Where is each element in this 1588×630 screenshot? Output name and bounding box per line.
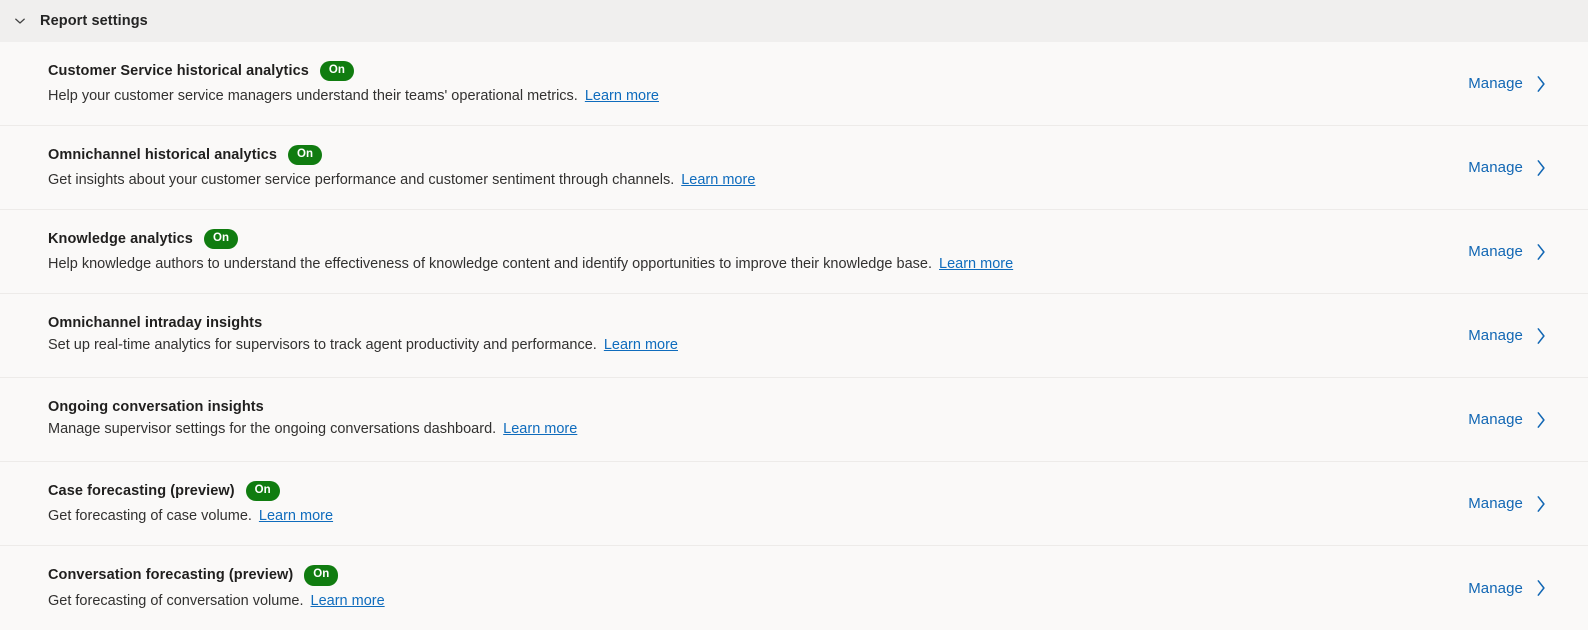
setting-row[interactable]: Conversation forecasting (preview) On Ge… bbox=[0, 546, 1588, 630]
chevron-right-icon bbox=[1535, 327, 1548, 345]
setting-description: Set up real-time analytics for superviso… bbox=[48, 337, 597, 354]
setting-description: Help your customer service managers unde… bbox=[48, 88, 578, 105]
chevron-right-icon bbox=[1535, 495, 1548, 513]
setting-row[interactable]: Case forecasting (preview) On Get foreca… bbox=[0, 462, 1588, 546]
chevron-right-icon bbox=[1535, 75, 1548, 93]
learn-more-link[interactable]: Learn more bbox=[503, 421, 577, 437]
manage-button[interactable]: Manage bbox=[1468, 243, 1548, 261]
learn-more-link[interactable]: Learn more bbox=[259, 508, 333, 524]
setting-description: Help knowledge authors to understand the… bbox=[48, 256, 932, 273]
setting-row-desc-line: Help your customer service managers unde… bbox=[48, 86, 659, 106]
setting-row-title-line: Ongoing conversation insights bbox=[48, 400, 577, 415]
setting-description: Get forecasting of conversation volume. bbox=[48, 592, 304, 609]
chevron-right-icon bbox=[1535, 411, 1548, 429]
setting-title: Omnichannel historical analytics bbox=[48, 146, 277, 163]
setting-row-title-line: Conversation forecasting (preview) On bbox=[48, 565, 385, 586]
chevron-down-icon[interactable] bbox=[6, 7, 34, 35]
status-badge: On bbox=[304, 565, 339, 586]
setting-title: Knowledge analytics bbox=[48, 230, 193, 247]
setting-row[interactable]: Ongoing conversation insights Manage sup… bbox=[0, 378, 1588, 462]
setting-row[interactable]: Omnichannel intraday insights Set up rea… bbox=[0, 294, 1588, 378]
setting-title: Omnichannel intraday insights bbox=[48, 314, 263, 331]
report-settings-page: Report settings Customer Service histori… bbox=[0, 0, 1588, 630]
status-badge: On bbox=[245, 480, 280, 502]
manage-button[interactable]: Manage bbox=[1468, 75, 1548, 93]
setting-row-desc-line: Manage supervisor settings for the ongoi… bbox=[48, 419, 577, 439]
setting-row-text: Ongoing conversation insights Manage sup… bbox=[48, 400, 577, 440]
manage-label: Manage bbox=[1468, 495, 1523, 512]
setting-description: Manage supervisor settings for the ongoi… bbox=[48, 421, 497, 438]
setting-description: Get insights about your customer service… bbox=[48, 172, 675, 189]
section-title: Report settings bbox=[40, 13, 148, 29]
setting-row-text: Knowledge analytics On Help knowledge au… bbox=[48, 228, 1013, 275]
setting-description: Get forecasting of case volume. bbox=[48, 508, 252, 525]
chevron-right-icon bbox=[1535, 579, 1548, 597]
setting-row-desc-line: Get forecasting of conversation volume. L… bbox=[48, 591, 385, 611]
manage-label: Manage bbox=[1468, 159, 1523, 176]
setting-row-title-line: Customer Service historical analytics On bbox=[48, 60, 659, 82]
setting-title: Case forecasting (preview) bbox=[48, 482, 235, 499]
setting-row-text: Case forecasting (preview) On Get foreca… bbox=[48, 480, 333, 527]
setting-row[interactable]: Omnichannel historical analytics On Get … bbox=[0, 126, 1588, 210]
status-badge: On bbox=[203, 228, 239, 250]
status-badge: On bbox=[319, 60, 355, 82]
setting-row-title-line: Case forecasting (preview) On bbox=[48, 480, 333, 502]
chevron-right-icon bbox=[1535, 243, 1548, 261]
setting-row-title-line: Omnichannel historical analytics On bbox=[48, 144, 755, 166]
learn-more-link[interactable]: Learn more bbox=[311, 593, 385, 609]
manage-label: Manage bbox=[1468, 243, 1523, 260]
setting-row-text: Customer Service historical analytics On… bbox=[48, 60, 659, 107]
manage-label: Manage bbox=[1468, 75, 1523, 92]
setting-title: Ongoing conversation insights bbox=[48, 398, 264, 415]
setting-row-title-line: Omnichannel intraday insights bbox=[48, 316, 678, 331]
learn-more-link[interactable]: Learn more bbox=[604, 337, 678, 353]
setting-row-desc-line: Set up real-time analytics for superviso… bbox=[48, 335, 678, 355]
setting-row-text: Omnichannel intraday insights Set up rea… bbox=[48, 316, 678, 356]
manage-button[interactable]: Manage bbox=[1468, 411, 1548, 429]
manage-button[interactable]: Manage bbox=[1468, 327, 1548, 345]
manage-label: Manage bbox=[1468, 411, 1523, 428]
setting-row-desc-line: Help knowledge authors to understand the… bbox=[48, 254, 1013, 274]
chevron-right-icon bbox=[1535, 159, 1548, 177]
setting-row-text: Conversation forecasting (preview) On Ge… bbox=[48, 565, 385, 611]
manage-label: Manage bbox=[1468, 579, 1523, 597]
setting-row[interactable]: Knowledge analytics On Help knowledge au… bbox=[0, 210, 1588, 294]
learn-more-link[interactable]: Learn more bbox=[585, 88, 659, 104]
status-badge: On bbox=[288, 144, 323, 166]
report-settings-section-header[interactable]: Report settings bbox=[0, 0, 1588, 42]
learn-more-link[interactable]: Learn more bbox=[939, 256, 1013, 272]
setting-title: Customer Service historical analytics bbox=[48, 62, 309, 79]
setting-row-desc-line: Get insights about your customer service… bbox=[48, 170, 755, 190]
setting-row-desc-line: Get forecasting of case volume. Learn mor… bbox=[48, 506, 333, 526]
learn-more-link[interactable]: Learn more bbox=[681, 172, 755, 188]
settings-list: Customer Service historical analytics On… bbox=[0, 42, 1588, 630]
setting-title: Conversation forecasting (preview) bbox=[48, 567, 294, 584]
manage-button[interactable]: Manage bbox=[1468, 495, 1548, 513]
manage-label: Manage bbox=[1468, 327, 1523, 344]
setting-row-text: Omnichannel historical analytics On Get … bbox=[48, 144, 755, 191]
manage-button[interactable]: Manage bbox=[1468, 159, 1548, 177]
setting-row[interactable]: Customer Service historical analytics On… bbox=[0, 42, 1588, 126]
manage-button[interactable]: Manage bbox=[1468, 579, 1548, 597]
setting-row-title-line: Knowledge analytics On bbox=[48, 228, 1013, 250]
